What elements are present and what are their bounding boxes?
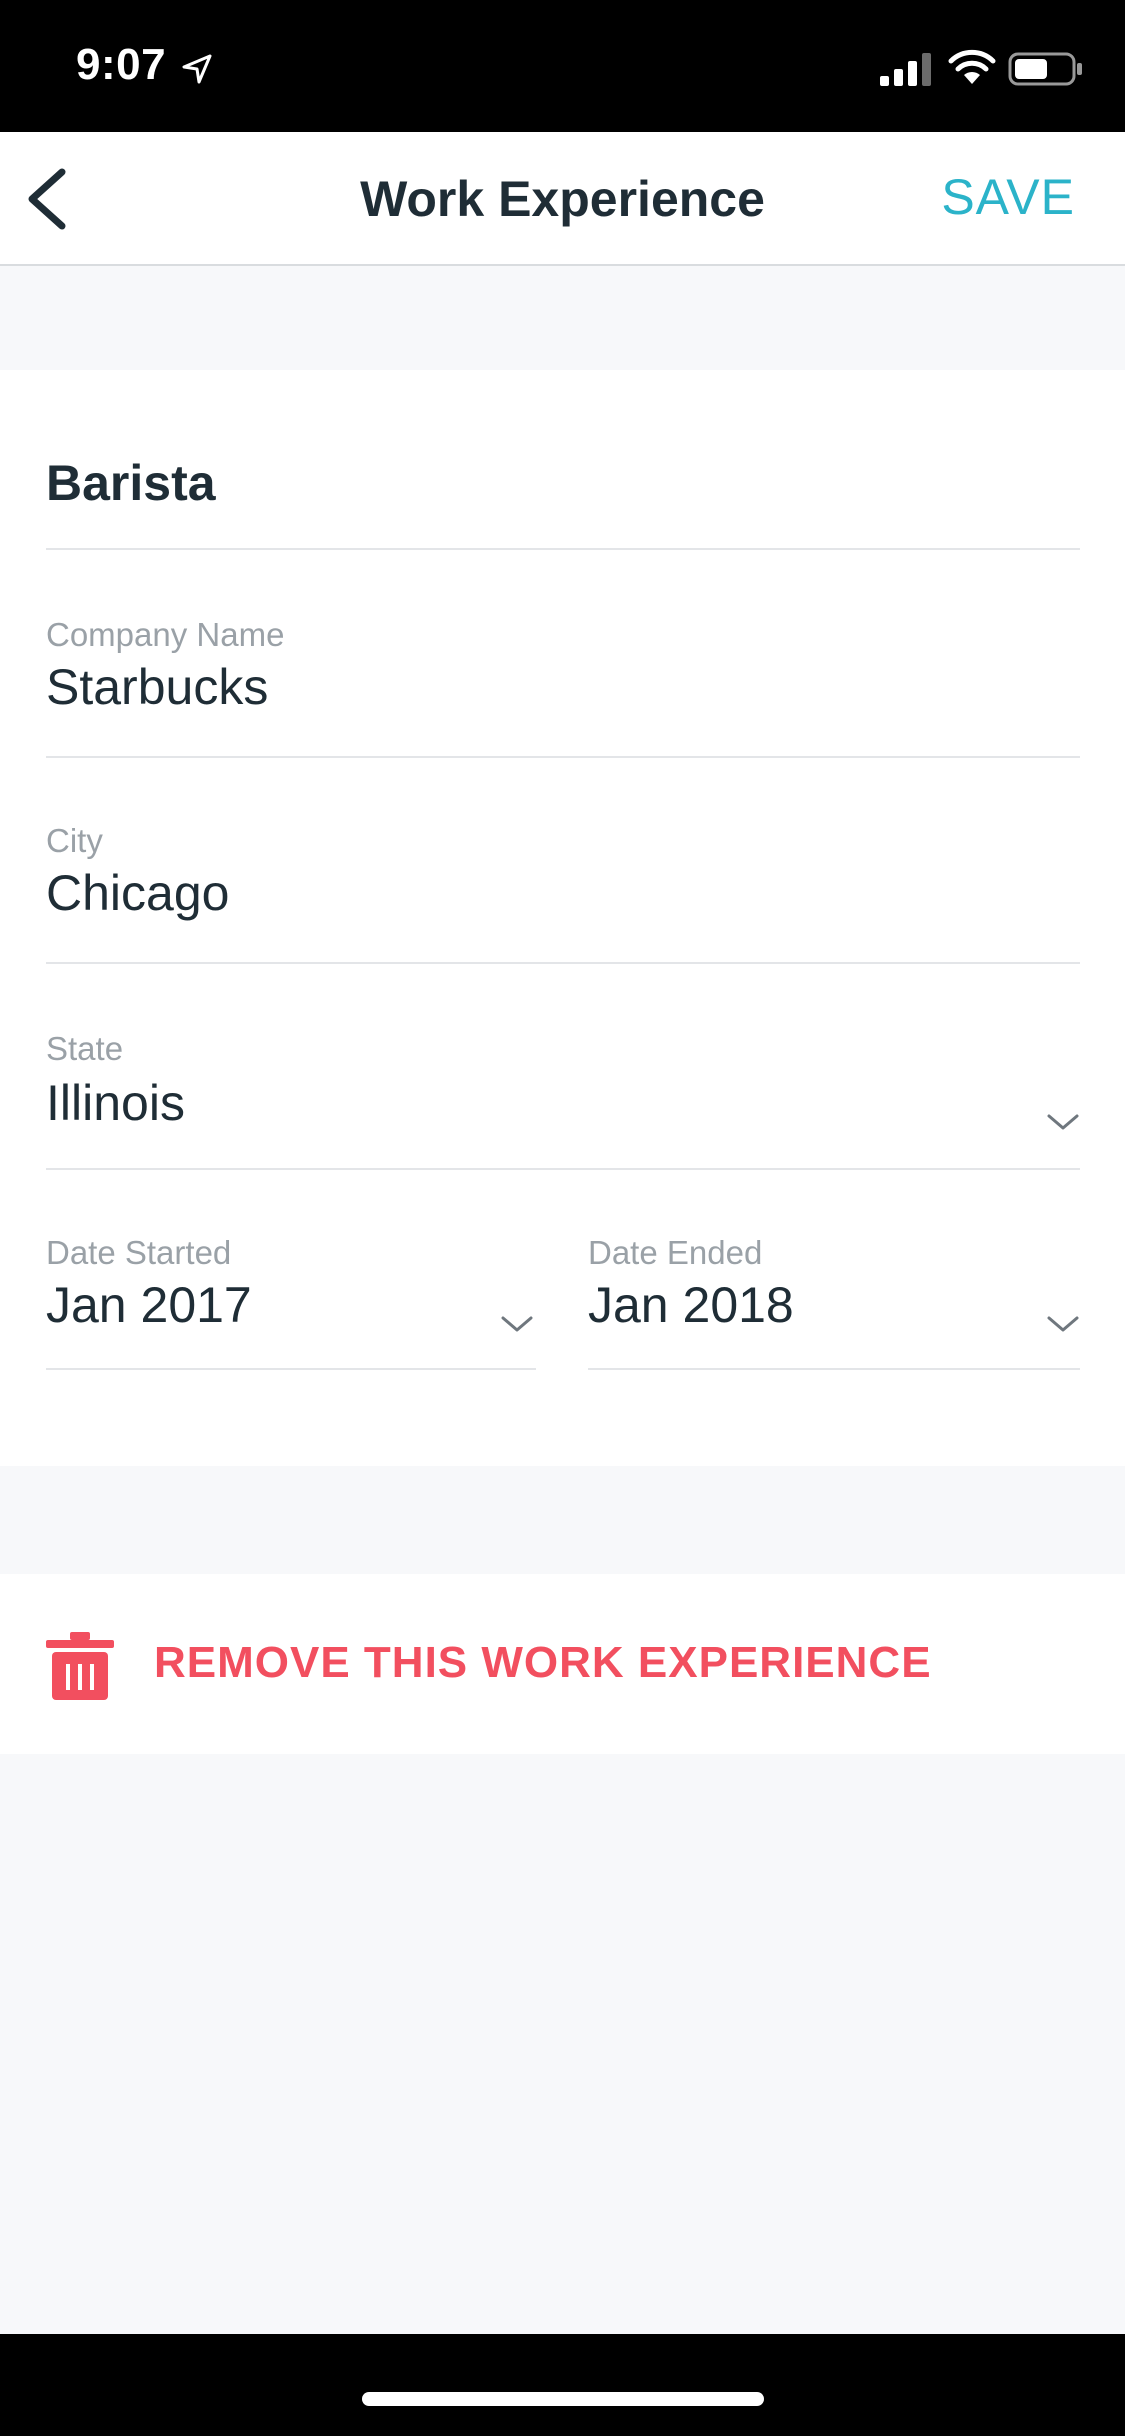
battery-icon [1008, 52, 1082, 86]
remove-label: REMOVE THIS WORK EXPERIENCE [154, 1638, 932, 1687]
company-name-label: Company Name [46, 616, 285, 653]
nav-bar: Work Experience SAVE [0, 132, 1125, 266]
save-button[interactable]: SAVE [941, 168, 1075, 226]
city-field[interactable]: City Chicago [46, 822, 1080, 964]
remove-work-experience-button[interactable]: REMOVE THIS WORK EXPERIENCE [0, 1574, 1125, 1754]
date-ended-select[interactable]: Date Ended Jan 2018 [588, 1234, 1080, 1370]
home-indicator-area [0, 2334, 1125, 2436]
date-started-value: Jan 2017 [46, 1277, 252, 1333]
wifi-icon [948, 49, 996, 84]
date-started-select[interactable]: Date Started Jan 2017 [46, 1234, 536, 1370]
state-select[interactable]: State Illinois [46, 1030, 1080, 1170]
work-experience-form: Barista Company Name Starbucks City Chic… [0, 370, 1125, 1466]
date-started-label: Date Started [46, 1234, 232, 1271]
state-value: Illinois [46, 1075, 185, 1131]
date-ended-label: Date Ended [588, 1234, 763, 1271]
trash-icon [46, 1632, 114, 1700]
chevron-down-icon [1047, 1114, 1079, 1130]
date-ended-value: Jan 2018 [588, 1277, 794, 1333]
company-name-field[interactable]: Company Name Starbucks [46, 616, 1080, 758]
location-arrow-icon [182, 54, 212, 84]
signal-icon [880, 53, 931, 86]
chevron-down-icon [1047, 1316, 1079, 1332]
chevron-down-icon [501, 1316, 533, 1332]
city-value: Chicago [46, 865, 230, 921]
city-label: City [46, 822, 103, 859]
job-title-field[interactable]: Barista [46, 370, 1080, 550]
status-time: 9:07 [76, 40, 167, 89]
job-title-value: Barista [46, 455, 216, 511]
state-label: State [46, 1030, 124, 1067]
company-name-value: Starbucks [46, 659, 269, 715]
home-indicator[interactable] [362, 2392, 764, 2406]
status-bar: 9:07 [0, 0, 1125, 132]
